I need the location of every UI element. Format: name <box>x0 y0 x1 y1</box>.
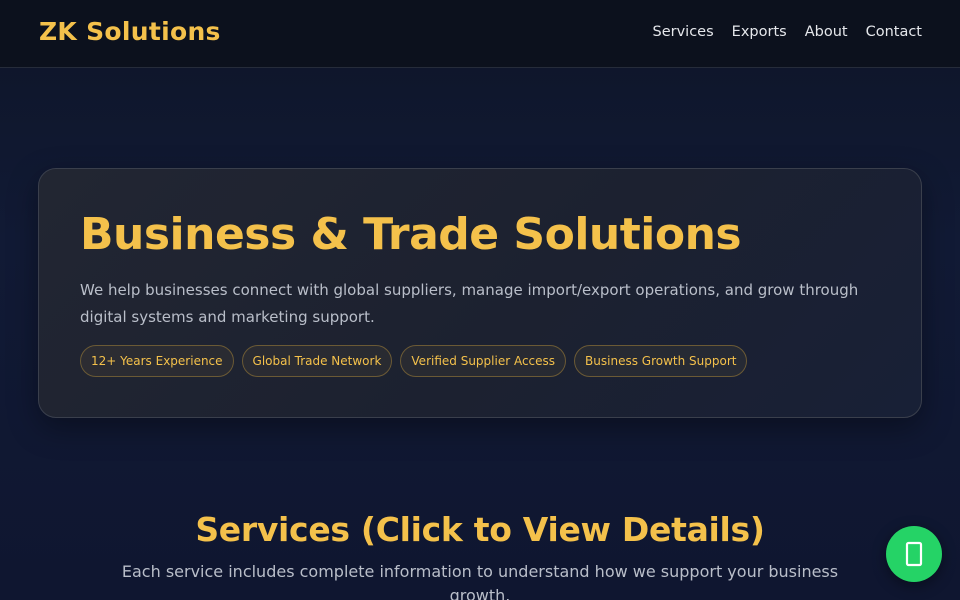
services-subtitle: Each service includes complete informati… <box>121 562 839 600</box>
navbar: ZK Solutions Services Exports About Cont… <box>0 0 960 68</box>
badge-experience: 12+ Years Experience <box>80 345 234 377</box>
badge-supplier-access: Verified Supplier Access <box>400 345 567 377</box>
badge-growth-support: Business Growth Support <box>574 345 748 377</box>
brand-logo[interactable]: ZK Solutions <box>39 17 221 46</box>
hero-description: We help businesses connect with global s… <box>80 281 859 326</box>
whatsapp-icon <box>905 541 923 567</box>
services-title: Services (Click to View Details) <box>195 510 765 549</box>
whatsapp-chat-button[interactable] <box>886 526 942 582</box>
hero-badges: 12+ Years Experience Global Trade Networ… <box>80 345 748 377</box>
nav-links: Services Exports About Contact <box>653 24 922 40</box>
nav-link-contact[interactable]: Contact <box>866 24 922 40</box>
nav-link-services[interactable]: Services <box>653 24 714 40</box>
hero-card: Business & Trade Solutions We help busin… <box>38 168 922 418</box>
nav-link-about[interactable]: About <box>805 24 848 40</box>
badge-trade-network: Global Trade Network <box>241 345 393 377</box>
hero-title: Business & Trade Solutions <box>80 209 742 260</box>
nav-link-exports[interactable]: Exports <box>732 24 787 40</box>
